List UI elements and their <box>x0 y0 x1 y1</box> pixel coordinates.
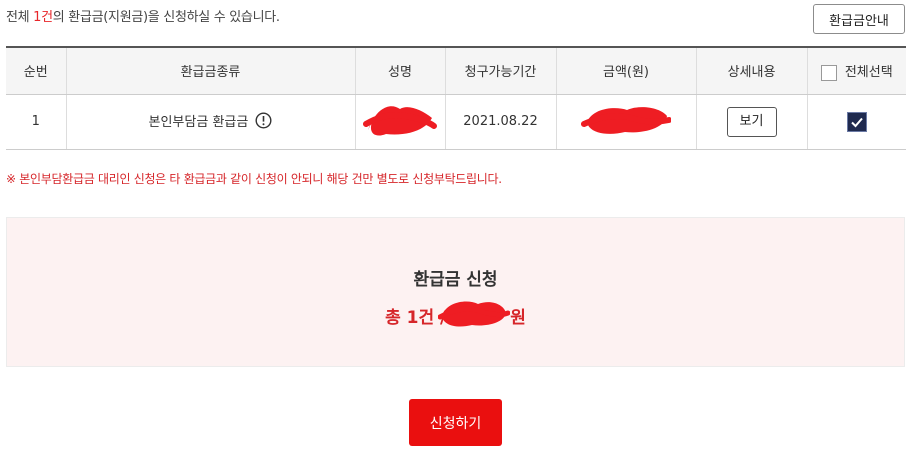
column-header-amount: 금액(원) <box>556 46 697 95</box>
row-name-cell <box>355 94 446 150</box>
proxy-application-notice: ※ 본인부담환급금 대리인 신청은 타 환급금과 같이 신청이 안되니 해당 건… <box>6 172 502 186</box>
refund-count: 1건 <box>33 10 53 25</box>
redacted-amount-scribble <box>581 102 672 142</box>
refund-table: 순번 환급금종류 성명 청구가능기간 금액(원) 상세내용 전체선택 1 본인부… <box>6 46 906 150</box>
redacted-name-scribble <box>362 100 438 144</box>
row-select-cell <box>807 94 906 150</box>
info-circle-icon[interactable] <box>255 111 272 133</box>
message-suffix: 의 환급금(지원금)을 신청하실 수 있습니다. <box>52 10 280 25</box>
column-header-period: 청구가능기간 <box>445 46 557 95</box>
summary-total: 총 1건 / 원 <box>7 297 904 334</box>
message-prefix: 전체 <box>6 10 34 25</box>
table-row: 1 본인부담금 환급금 2021.08.22 보기 <box>6 94 906 150</box>
row-select-checkbox[interactable] <box>846 111 867 132</box>
column-header-detail: 상세내용 <box>696 46 808 95</box>
column-header-type: 환급금종류 <box>66 46 356 95</box>
refund-guide-button[interactable]: 환급금안내 <box>813 4 905 34</box>
select-all-checkbox[interactable] <box>820 64 837 81</box>
redacted-total-scribble <box>437 297 511 334</box>
row-type: 본인부담금 환급금 <box>148 114 249 130</box>
view-detail-button[interactable]: 보기 <box>726 106 777 137</box>
column-header-no: 순번 <box>6 46 67 95</box>
column-header-select-all: 전체선택 <box>807 46 906 95</box>
row-no: 1 <box>6 94 67 150</box>
row-detail-cell: 보기 <box>696 94 808 150</box>
summary-total-prefix: 총 1건 / <box>385 308 447 328</box>
refund-count-message: 전체 1건의 환급금(지원금)을 신청하실 수 있습니다. <box>6 6 280 25</box>
select-all-label: 전체선택 <box>844 65 893 80</box>
summary-total-suffix: 원 <box>510 308 526 328</box>
row-type-cell: 본인부담금 환급금 <box>66 94 356 150</box>
column-header-name: 성명 <box>355 46 446 95</box>
refund-summary-panel: 환급금 신청 총 1건 / 원 <box>6 217 905 367</box>
table-header-row: 순번 환급금종류 성명 청구가능기간 금액(원) 상세내용 전체선택 <box>6 46 906 95</box>
checkmark-icon <box>851 117 863 127</box>
summary-title: 환급금 신청 <box>413 270 498 290</box>
row-amount-cell <box>556 94 697 150</box>
apply-button[interactable]: 신청하기 <box>409 399 502 446</box>
row-period: 2021.08.22 <box>445 94 557 150</box>
